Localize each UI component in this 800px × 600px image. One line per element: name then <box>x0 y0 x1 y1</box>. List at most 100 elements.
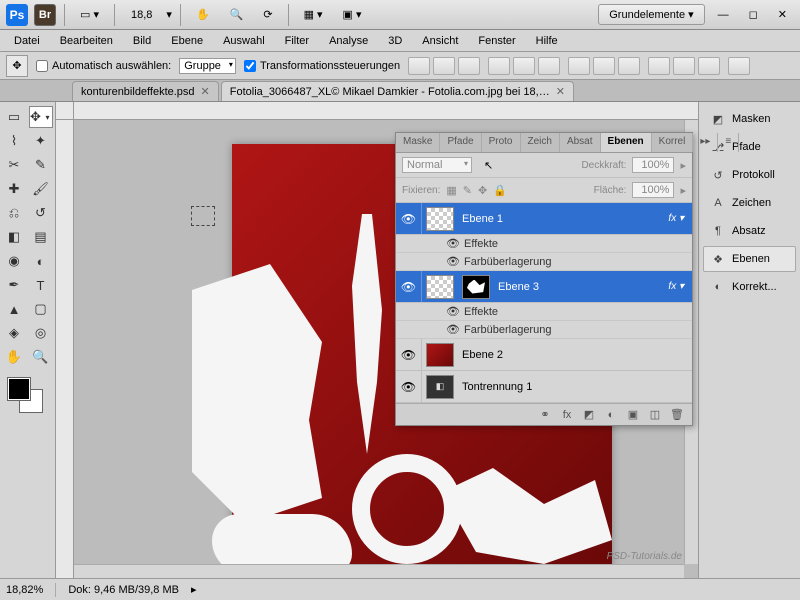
zoom-display[interactable]: 18,8 <box>123 7 160 23</box>
side-protokoll[interactable]: ↺Protokoll <box>703 162 796 188</box>
fx-badge[interactable]: fx ▾ <box>668 213 692 224</box>
marquee-tool-icon[interactable]: ▭ <box>2 106 26 128</box>
workspace-switcher[interactable]: Grundelemente ▾ <box>598 4 704 25</box>
panel-tab-ebenen[interactable]: Ebenen <box>601 133 652 152</box>
dodge-tool-icon[interactable]: ◐ <box>29 250 53 272</box>
layer-thumbnail[interactable] <box>426 343 454 367</box>
adjustment-layer-icon[interactable]: ◐ <box>604 408 618 422</box>
align-vcenter-button[interactable] <box>433 57 455 75</box>
fx-badge[interactable]: fx ▾ <box>668 281 692 292</box>
hand-tool-icon[interactable]: ✋ <box>189 5 217 24</box>
magic-wand-tool-icon[interactable]: ✦ <box>29 130 53 152</box>
eyedropper-tool-icon[interactable]: ✎ <box>29 154 53 176</box>
side-zeichen[interactable]: AZeichen <box>703 190 796 216</box>
menu-bearbeiten[interactable]: Bearbeiten <box>50 32 123 50</box>
link-layers-icon[interactable]: ⚭ <box>538 408 552 422</box>
document-tab[interactable]: konturenbildeffekte.psd ✕ <box>72 81 219 101</box>
selection-handles[interactable] <box>191 206 215 226</box>
menu-3d[interactable]: 3D <box>378 32 412 50</box>
effect-item[interactable]: 👁Farbüberlagerung <box>396 321 692 339</box>
maximize-icon[interactable]: ◻ <box>742 5 765 24</box>
layer-name[interactable]: Ebene 3 <box>494 281 668 293</box>
align-left-button[interactable] <box>488 57 510 75</box>
rotate-view-icon[interactable]: ⟳ <box>256 5 279 24</box>
ruler-horizontal[interactable] <box>74 102 698 120</box>
move-tool-icon[interactable]: ✥ <box>29 106 53 128</box>
panel-tab-zeich[interactable]: Zeich <box>521 133 560 152</box>
layer-thumbnail[interactable] <box>426 275 454 299</box>
layer-row[interactable]: 👁 Ebene 2 <box>396 339 692 371</box>
effects-row[interactable]: 👁Effekte <box>396 235 692 253</box>
color-swatches[interactable] <box>2 376 53 416</box>
zoom-percent[interactable]: 18,82% <box>6 584 43 596</box>
distribute-vcenter-button[interactable] <box>593 57 615 75</box>
visibility-toggle-icon[interactable]: 👁 <box>442 237 464 250</box>
layer-name[interactable]: Ebene 2 <box>458 349 692 361</box>
transform-controls-checkbox[interactable]: Transformationssteuerungen <box>244 60 400 72</box>
layers-panel[interactable]: Maske Pfade Proto Zeich Absat Ebenen Kor… <box>395 132 693 426</box>
panel-tab-absat[interactable]: Absat <box>560 133 601 152</box>
menu-filter[interactable]: Filter <box>275 32 319 50</box>
effects-row[interactable]: 👁Effekte <box>396 303 692 321</box>
side-masken[interactable]: ◩Masken <box>703 106 796 132</box>
distribute-bottom-button[interactable] <box>618 57 640 75</box>
panel-tab-korrel[interactable]: Korrel <box>652 133 694 152</box>
layer-name[interactable]: Ebene 1 <box>458 213 668 225</box>
lock-position-icon[interactable]: ✥ <box>478 184 487 197</box>
menu-ebene[interactable]: Ebene <box>161 32 213 50</box>
screen-mode-button[interactable]: ▭ ▾ <box>73 5 106 24</box>
blur-tool-icon[interactable]: ◉ <box>2 250 26 272</box>
visibility-toggle-icon[interactable]: 👁 <box>442 323 464 336</box>
panel-tab-proto[interactable]: Proto <box>482 133 521 152</box>
lock-all-icon[interactable]: 🔒 <box>493 184 507 197</box>
menu-analyse[interactable]: Analyse <box>319 32 378 50</box>
layer-row[interactable]: 👁 ◧ Tontrennung 1 <box>396 371 692 403</box>
layer-style-icon[interactable]: fx <box>560 408 574 422</box>
side-ebenen[interactable]: ❖Ebenen <box>703 246 796 272</box>
menu-datei[interactable]: Datei <box>4 32 50 50</box>
document-tab-active[interactable]: Fotolia_3066487_XL© Mikael Damkier - Fot… <box>221 81 574 101</box>
visibility-toggle-icon[interactable]: 👁 <box>442 305 464 318</box>
distribute-top-button[interactable] <box>568 57 590 75</box>
align-bottom-button[interactable] <box>458 57 480 75</box>
visibility-toggle-icon[interactable]: 👁 <box>442 255 464 268</box>
delete-layer-icon[interactable]: 🗑 <box>670 408 684 422</box>
screen-layout-button[interactable]: ▣ ▾ <box>336 5 369 24</box>
3d-tool-icon[interactable]: ◈ <box>2 322 26 344</box>
crop-tool-icon[interactable]: ✂ <box>2 154 26 176</box>
history-brush-tool-icon[interactable]: ↺ <box>29 202 53 224</box>
auto-select-checkbox[interactable]: Automatisch auswählen: <box>36 60 171 72</box>
path-select-tool-icon[interactable]: ▲ <box>2 298 26 320</box>
close-icon[interactable]: ✕ <box>771 5 794 24</box>
zoom-tool-icon[interactable]: 🔍 <box>223 5 251 24</box>
menu-bild[interactable]: Bild <box>123 32 161 50</box>
document-info[interactable]: Dok: 9,46 MB/39,8 MB <box>68 584 179 596</box>
group-icon[interactable]: ▣ <box>626 408 640 422</box>
side-korrekt[interactable]: ◐Korrekt... <box>703 274 796 300</box>
move-tool-icon[interactable]: ✥ <box>6 55 28 77</box>
hand-tool-icon[interactable]: ✋ <box>2 346 26 368</box>
visibility-toggle-icon[interactable]: 👁 <box>396 271 422 302</box>
align-top-button[interactable] <box>408 57 430 75</box>
layer-mask-icon[interactable]: ◩ <box>582 408 596 422</box>
lock-transparency-icon[interactable]: ▦ <box>446 184 456 197</box>
photoshop-logo-icon[interactable]: Ps <box>6 4 28 26</box>
docinfo-menu-icon[interactable]: ▸ <box>191 583 197 596</box>
ruler-vertical[interactable] <box>56 120 74 578</box>
lock-image-icon[interactable]: ✎ <box>463 184 472 197</box>
minimize-icon[interactable]: — <box>711 6 736 24</box>
brush-tool-icon[interactable]: 🖌 <box>29 178 53 200</box>
distribute-right-button[interactable] <box>698 57 720 75</box>
opacity-input[interactable]: 100% <box>632 157 674 173</box>
foreground-color-swatch[interactable] <box>8 378 30 400</box>
new-layer-icon[interactable]: ◫ <box>648 408 662 422</box>
bridge-logo-icon[interactable]: Br <box>34 4 56 26</box>
gradient-tool-icon[interactable]: ▤ <box>29 226 53 248</box>
panel-expand-icon[interactable]: ▸▸ <box>693 133 718 152</box>
layer-thumbnail[interactable]: ◧ <box>426 375 454 399</box>
menu-auswahl[interactable]: Auswahl <box>213 32 275 50</box>
menu-fenster[interactable]: Fenster <box>468 32 525 50</box>
fill-slider-icon[interactable]: ▸ <box>680 184 686 197</box>
opacity-slider-icon[interactable]: ▸ <box>680 159 686 172</box>
close-icon[interactable]: ✕ <box>201 85 210 98</box>
